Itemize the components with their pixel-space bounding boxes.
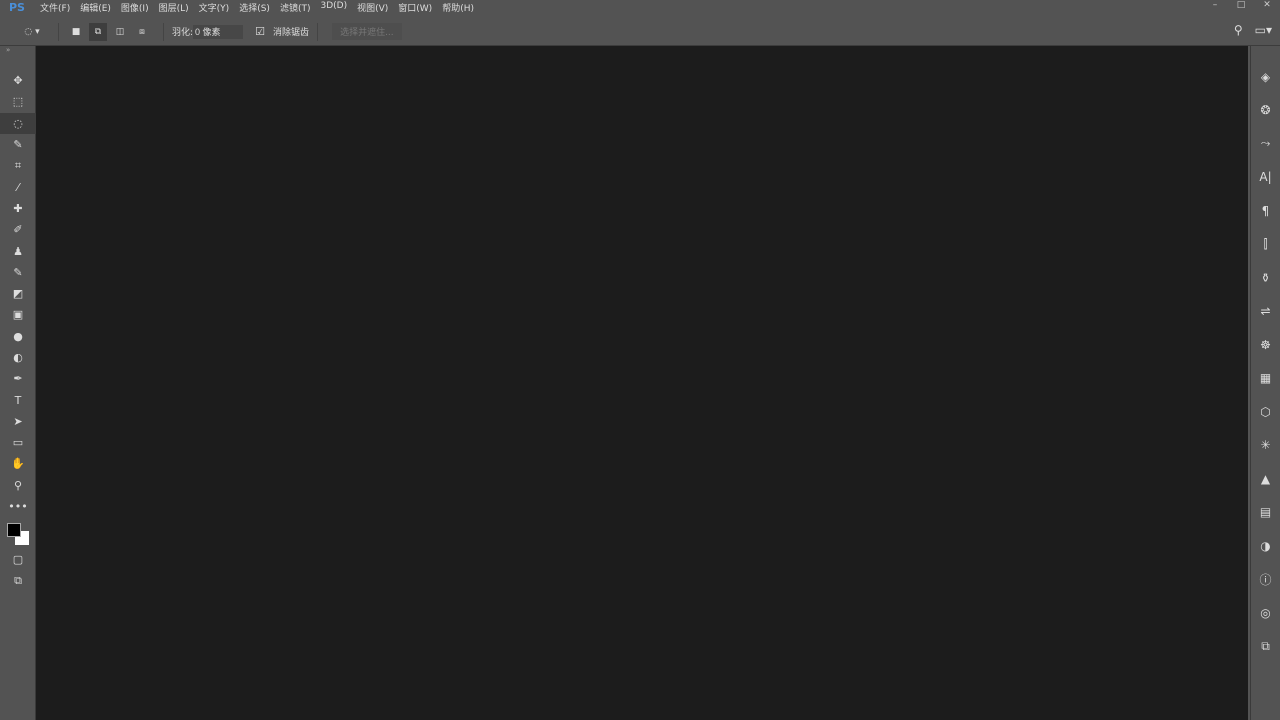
- layers-panel-icon[interactable]: ◈: [1251, 60, 1280, 94]
- app-logo: PS: [9, 0, 25, 14]
- lasso-preset-picker[interactable]: ◌ ▾: [18, 23, 46, 41]
- menu-item[interactable]: 文件(F): [40, 1, 70, 14]
- more-tool-icon[interactable]: •••: [0, 496, 36, 517]
- clone-source-panel-icon[interactable]: ⚱: [1251, 261, 1280, 295]
- gradient-tool-icon[interactable]: ▣: [0, 304, 36, 325]
- libraries-panel-icon[interactable]: ▤: [1251, 496, 1280, 530]
- options-bar: ◌ ▾ ■ ⧉ ◫ ⧈ 羽化: ☑ 消除锯齿 选择并遮住... ⚲ ▭▾: [0, 18, 1280, 46]
- paragraph-panel-icon[interactable]: ¶: [1251, 194, 1280, 228]
- divider: [317, 22, 319, 41]
- menu-item[interactable]: 窗口(W): [398, 1, 432, 14]
- minimize-button[interactable]: –: [1202, 0, 1228, 10]
- quick-mask-icon[interactable]: ▢: [0, 549, 36, 570]
- path-select-tool-icon[interactable]: ➤: [0, 411, 36, 432]
- eraser-tool-icon[interactable]: ◩: [0, 283, 36, 304]
- menu-item[interactable]: 3D(D): [320, 1, 347, 14]
- menu-item[interactable]: 选择(S): [239, 1, 270, 14]
- menu-item[interactable]: 编辑(E): [80, 1, 111, 14]
- select-and-mask-button[interactable]: 选择并遮住...: [332, 23, 402, 40]
- window-controls: – □ ✕: [1202, 0, 1280, 10]
- screen-mode-icon[interactable]: ⧉: [0, 571, 36, 592]
- divider: [58, 22, 59, 41]
- pen-tool-icon[interactable]: ✒: [0, 368, 36, 389]
- info-panel-icon[interactable]: ⓘ: [1251, 563, 1280, 597]
- menu-item[interactable]: 滤镜(T): [280, 1, 311, 14]
- brush-tool-icon[interactable]: ✐: [0, 219, 36, 240]
- stamp-tool-icon[interactable]: ♟: [0, 240, 36, 261]
- add-selection-button[interactable]: ⧉: [89, 22, 107, 41]
- move-tool-icon[interactable]: ✥: [0, 70, 36, 91]
- grid-panel-icon[interactable]: ▦: [1251, 362, 1280, 396]
- antialias-checkbox[interactable]: ☑: [251, 23, 269, 41]
- color-swatches: [0, 517, 35, 549]
- adjustments-panel-icon[interactable]: ⇌: [1251, 295, 1280, 329]
- foreground-color-swatch[interactable]: [7, 523, 21, 538]
- brush-settings-panel-icon[interactable]: ⫿: [1251, 228, 1280, 262]
- menu-item[interactable]: 帮助(H): [442, 1, 474, 14]
- quick-select-tool-icon[interactable]: ✎: [0, 134, 36, 155]
- menu-item[interactable]: 图像(I): [121, 1, 149, 14]
- new-selection-button[interactable]: ■: [67, 23, 85, 41]
- properties-panel-icon[interactable]: ✳: [1251, 429, 1280, 463]
- close-button[interactable]: ✕: [1254, 0, 1280, 10]
- dodge-tool-icon[interactable]: ◐: [0, 347, 36, 368]
- tools-panel: » ✥ ⬚ ◌ ✎ ⌗ ⁄ ✚ ✐ ♟ ✎ ◩ ▣ ● ◐ ✒ T ➤ ▭ ✋ ⚲ ••• ▢ ⧉: [0, 46, 36, 720]
- collapse-icon[interactable]: »: [0, 46, 35, 56]
- subtract-selection-button[interactable]: ◫: [111, 23, 129, 41]
- divider: [163, 22, 164, 41]
- menu-item[interactable]: 图层(L): [159, 1, 189, 14]
- paths-panel-icon[interactable]: ⤳: [1251, 127, 1280, 161]
- color-panel-icon[interactable]: ◑: [1251, 529, 1280, 563]
- marquee-tool-icon[interactable]: ⬚: [0, 91, 36, 112]
- panel-dock: ◈ ❂ ⤳ A| ¶ ⫿ ⚱ ⇌ ☸ ▦ ⬡ ✳ ▲ ▤ ◑ ⓘ ◎ ⧉: [1250, 46, 1280, 720]
- blur-tool-icon[interactable]: ●: [0, 326, 36, 347]
- type-tool-icon[interactable]: T: [0, 389, 36, 410]
- search-icon[interactable]: ⚲: [1234, 23, 1243, 37]
- intersect-selection-button[interactable]: ⧈: [133, 23, 151, 41]
- menu-list: 文件(F) 编辑(E) 图像(I) 图层(L) 文字(Y) 选择(S) 滤镜(T) 3D(D)…: [40, 1, 484, 14]
- crop-tool-icon[interactable]: ⌗: [0, 155, 36, 176]
- channels-panel-icon[interactable]: ❂: [1251, 94, 1280, 128]
- maximize-button[interactable]: □: [1228, 0, 1254, 10]
- navigator-panel-icon[interactable]: ⧉: [1251, 630, 1280, 664]
- healing-tool-icon[interactable]: ✚: [0, 198, 36, 219]
- swatches-panel-icon[interactable]: ▲: [1251, 462, 1280, 496]
- hand-tool-icon[interactable]: ✋: [0, 453, 36, 474]
- workspace-icon[interactable]: ▭▾: [1255, 23, 1272, 37]
- history-brush-tool-icon[interactable]: ✎: [0, 262, 36, 283]
- feather-label: 羽化:: [172, 28, 194, 38]
- cc-libraries-panel-icon[interactable]: ◎: [1251, 596, 1280, 630]
- character-panel-icon[interactable]: A|: [1251, 161, 1280, 195]
- menu-item[interactable]: 文字(Y): [199, 1, 230, 14]
- zoom-tool-icon[interactable]: ⚲: [0, 475, 36, 496]
- canvas-area[interactable]: [36, 46, 1248, 720]
- menu-bar: PS 文件(F) 编辑(E) 图像(I) 图层(L) 文字(Y) 选择(S) 滤镜(T) 3D…: [0, 0, 1280, 14]
- 3d-panel-icon[interactable]: ⬡: [1251, 395, 1280, 429]
- menu-item[interactable]: 视图(V): [357, 1, 388, 14]
- lasso-tool-icon[interactable]: ◌: [0, 112, 36, 134]
- antialias-label: 消除锯齿: [273, 28, 310, 38]
- feather-input[interactable]: [193, 24, 244, 39]
- eyedropper-tool-icon[interactable]: ⁄: [0, 176, 36, 197]
- styles-panel-icon[interactable]: ☸: [1251, 328, 1280, 362]
- rectangle-tool-icon[interactable]: ▭: [0, 432, 36, 453]
